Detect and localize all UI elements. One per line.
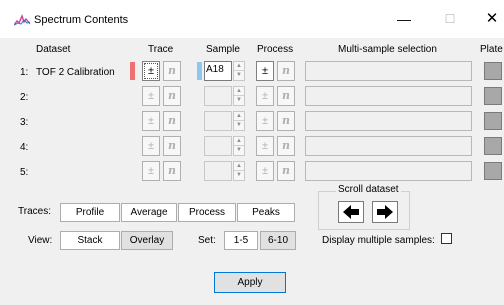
process-toggle-button[interactable]: ±	[256, 61, 274, 81]
spin-up-icon[interactable]: ▲	[234, 87, 244, 96]
sample-spinner[interactable]: ▲ ▼	[233, 161, 245, 181]
process-header: Process	[257, 44, 294, 55]
plate-button[interactable]	[484, 87, 502, 105]
sample-spinner[interactable]: ▲ ▼	[233, 61, 245, 81]
process-normalize-button[interactable]: n	[277, 111, 295, 131]
spin-down-icon[interactable]: ▼	[234, 146, 244, 155]
trace-toggle-button[interactable]: ±	[142, 111, 160, 131]
process-normalize-button[interactable]: n	[277, 161, 295, 181]
plate-button[interactable]	[484, 62, 502, 80]
process-toggle-button[interactable]: ±	[256, 111, 274, 131]
process-normalize-button[interactable]: n	[277, 86, 295, 106]
dataset-name: TOF 2 Calibration	[36, 67, 115, 78]
row-number: 5:	[20, 167, 29, 178]
multi-sample-field[interactable]	[305, 161, 472, 181]
plate-button[interactable]	[484, 137, 502, 155]
set-6-10-button[interactable]: 6-10	[260, 231, 296, 250]
trace-color-swatch	[130, 62, 135, 80]
sample-spinner[interactable]: ▲ ▼	[233, 136, 245, 156]
trace-toggle-button[interactable]: ±	[142, 136, 160, 156]
plate-header: Plate	[480, 44, 503, 55]
spin-up-icon[interactable]: ▲	[234, 112, 244, 121]
sample-input[interactable]	[204, 111, 232, 131]
apply-button[interactable]: Apply	[214, 272, 286, 293]
maximize-button[interactable]: ☐	[436, 9, 464, 29]
sample-input[interactable]	[204, 86, 232, 106]
trace-normalize-button[interactable]: n	[163, 61, 181, 81]
title-bar: Spectrum Contents — ☐ ✕	[0, 0, 504, 38]
process-normalize-button[interactable]: n	[277, 136, 295, 156]
scroll-right-button[interactable]	[372, 201, 398, 223]
dialog-body: Dataset Trace Sample Process Multi-sampl…	[0, 38, 504, 305]
close-button[interactable]: ✕	[478, 9, 504, 29]
multi-sample-header: Multi-sample selection	[338, 44, 437, 55]
scroll-left-button[interactable]	[338, 201, 364, 223]
window-title: Spectrum Contents	[34, 14, 129, 26]
display-multiple-label: Display multiple samples:	[322, 235, 435, 246]
sample-spinner[interactable]: ▲ ▼	[233, 86, 245, 106]
spin-down-icon[interactable]: ▼	[234, 121, 244, 130]
process-normalize-button[interactable]: n	[277, 61, 295, 81]
row-number: 3:	[20, 117, 29, 128]
peaks-button[interactable]: Peaks	[237, 203, 295, 222]
arrow-right-icon	[377, 205, 393, 219]
arrow-left-icon	[343, 205, 359, 219]
multi-sample-field[interactable]	[305, 61, 472, 81]
average-button[interactable]: Average	[121, 203, 177, 222]
scroll-dataset-label: Scroll dataset	[336, 184, 401, 195]
view-label: View:	[28, 235, 53, 246]
overlay-button[interactable]: Overlay	[121, 231, 173, 250]
trace-toggle-button[interactable]: ±	[142, 161, 160, 181]
spin-down-icon[interactable]: ▼	[234, 96, 244, 105]
set-label: Set:	[198, 235, 216, 246]
sample-spinner[interactable]: ▲ ▼	[233, 111, 245, 131]
process-toggle-button[interactable]: ±	[256, 136, 274, 156]
traces-label: Traces:	[18, 206, 51, 217]
row-number: 1:	[20, 67, 29, 78]
set-1-5-button[interactable]: 1-5	[224, 231, 258, 250]
spin-down-icon[interactable]: ▼	[234, 171, 244, 180]
trace-normalize-button[interactable]: n	[163, 136, 181, 156]
process-toggle-button[interactable]: ±	[256, 161, 274, 181]
trace-normalize-button[interactable]: n	[163, 111, 181, 131]
multi-sample-field[interactable]	[305, 136, 472, 156]
process-button[interactable]: Process	[178, 203, 236, 222]
sample-color-swatch	[197, 62, 202, 80]
trace-toggle-button[interactable]: ±	[142, 61, 160, 81]
spin-up-icon[interactable]: ▲	[234, 162, 244, 171]
spectrum-app-icon	[14, 14, 30, 26]
trace-normalize-button[interactable]: n	[163, 86, 181, 106]
trace-normalize-button[interactable]: n	[163, 161, 181, 181]
multi-sample-field[interactable]	[305, 111, 472, 131]
plate-button[interactable]	[484, 112, 502, 130]
dataset-header: Dataset	[36, 44, 71, 55]
plate-button[interactable]	[484, 162, 502, 180]
profile-button[interactable]: Profile	[60, 203, 120, 222]
row-number: 4:	[20, 142, 29, 153]
sample-input[interactable]	[204, 161, 232, 181]
trace-toggle-button[interactable]: ±	[142, 86, 160, 106]
display-multiple-checkbox[interactable]	[441, 233, 452, 244]
sample-input[interactable]	[204, 136, 232, 156]
spin-up-icon[interactable]: ▲	[234, 137, 244, 146]
stack-button[interactable]: Stack	[60, 231, 120, 250]
spin-up-icon[interactable]: ▲	[234, 62, 244, 71]
sample-input[interactable]: A18	[204, 61, 232, 81]
sample-header: Sample	[206, 44, 240, 55]
multi-sample-field[interactable]	[305, 86, 472, 106]
spin-down-icon[interactable]: ▼	[234, 71, 244, 80]
process-toggle-button[interactable]: ±	[256, 86, 274, 106]
trace-header: Trace	[148, 44, 174, 55]
minimize-button[interactable]: —	[390, 9, 418, 29]
row-number: 2:	[20, 92, 29, 103]
